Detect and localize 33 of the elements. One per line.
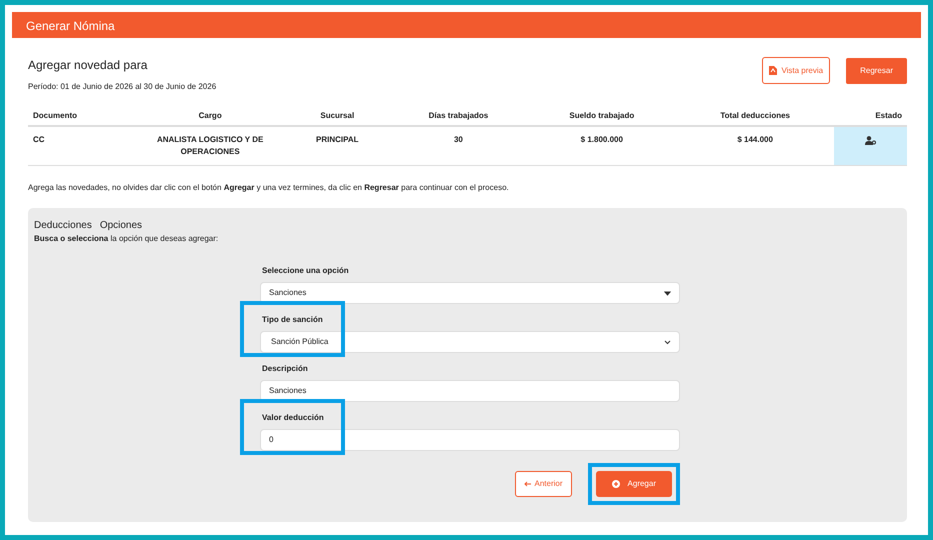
period-text: Período: 01 de Junio de 2026 al 30 de Junio de 2026 (28, 81, 216, 94)
pdf-icon (769, 66, 778, 75)
column-header: Documento (28, 107, 136, 126)
breadcrumb-item[interactable]: Deducciones (34, 218, 92, 234)
caret-icon (664, 340, 671, 345)
hint-text: Busca o selecciona la opción que deseas agregar: (34, 233, 220, 246)
table-cell: 30 (389, 126, 528, 166)
table-cell: CC (28, 126, 136, 166)
column-header: Sucursal (285, 107, 390, 126)
instructions-text: Agrega las novedades, no olvides dar clic con el botón Agregar y una vez termines, da clic en Regresar para continuar con el proceso. (28, 182, 510, 194)
select-field[interactable]: Sanciones (260, 282, 680, 304)
table-cell: ANALISTA LOGISTICO Y DE OPERACIONES (135, 126, 286, 166)
table-cell: PRINCIPAL (285, 126, 390, 166)
breadcrumb-item[interactable]: Opciones (100, 218, 142, 234)
arrow-left-icon (524, 481, 531, 488)
field-label: Tipo de sanción (262, 314, 323, 326)
column-header: Sueldo trabajado (527, 107, 676, 126)
section-title: Agregar novedad para (28, 58, 148, 72)
field-label: Valor deducción (262, 412, 324, 424)
column-header: Días trabajados (389, 107, 528, 126)
table-cell: $ 1.800.000 (527, 126, 676, 166)
input-field[interactable]: 0 (260, 429, 680, 452)
plus-circle-icon (612, 480, 620, 488)
select-field[interactable]: Sanción Pública (260, 331, 680, 354)
button-label: Vista previa (781, 64, 824, 76)
column-header: Cargo (135, 107, 286, 126)
input-field[interactable]: Sanciones (260, 380, 680, 402)
user-settings-icon[interactable] (865, 136, 876, 145)
page-title: Generar Nómina (26, 19, 115, 33)
caret-icon (664, 290, 671, 296)
column-header: Total deducciones (676, 107, 834, 126)
field-label: Seleccione una opción (262, 265, 349, 278)
field-label: Descripción (262, 363, 308, 376)
